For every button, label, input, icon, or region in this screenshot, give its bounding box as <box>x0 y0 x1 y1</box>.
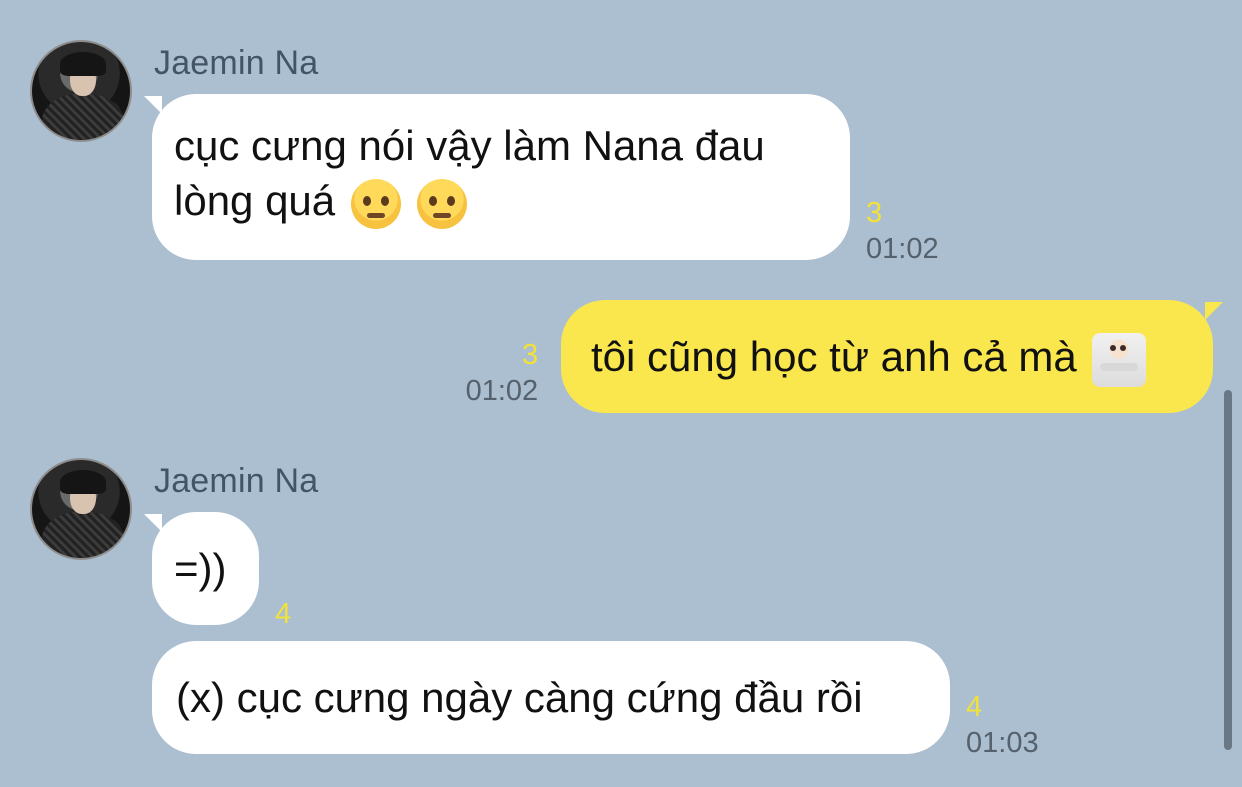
timestamp: 01:03 <box>966 727 1039 759</box>
avatar-hair <box>60 470 106 494</box>
message-meta: 4 01:03 <box>966 689 1039 761</box>
sender-name: Jaemin Na <box>154 44 319 82</box>
read-count: 3 <box>522 339 539 371</box>
timestamp: 01:02 <box>866 233 939 265</box>
message-text: (x) cục cưng ngày càng cứng đầu rồi <box>176 674 863 721</box>
avatar[interactable] <box>30 40 132 142</box>
message-text: =)) <box>174 545 227 592</box>
message-bubble[interactable]: (x) cục cưng ngày càng cứng đầu rồi <box>152 641 950 754</box>
message-meta: 4 <box>275 596 291 632</box>
avatar-hair <box>60 52 106 76</box>
timestamp: 01:02 <box>465 375 539 407</box>
message-text-line: lòng quá <box>174 177 336 224</box>
read-count: 3 <box>866 197 883 229</box>
scrollbar[interactable] <box>1224 390 1232 750</box>
message-meta: 3 01:02 <box>462 337 539 409</box>
message-bubble[interactable]: tôi cũng học từ anh cả mà <box>561 300 1213 413</box>
read-count: 4 <box>966 691 983 723</box>
message-meta: 3 01:02 <box>866 195 939 267</box>
message-text-line: cục cưng nói vậy làm Nana đau <box>174 122 765 169</box>
message-text-line-with-emoji: lòng quá <box>174 173 828 229</box>
avatar-jacket <box>42 94 124 140</box>
read-count: 4 <box>275 598 292 630</box>
outgoing-bubble-tail <box>1205 302 1223 320</box>
message-bubble[interactable]: cục cưng nói vậy làm Nana đau lòng quá <box>152 94 850 260</box>
avatar[interactable] <box>30 458 132 560</box>
person-shrugging-icon <box>1092 332 1147 387</box>
pensive-face-icon <box>416 178 467 229</box>
message-text: tôi cũng học từ anh cả mà <box>591 333 1077 380</box>
message-bubble[interactable]: =)) <box>152 512 259 625</box>
avatar-jacket <box>42 512 124 558</box>
pleading-face-icon <box>350 178 401 229</box>
sender-name: Jaemin Na <box>154 462 319 500</box>
